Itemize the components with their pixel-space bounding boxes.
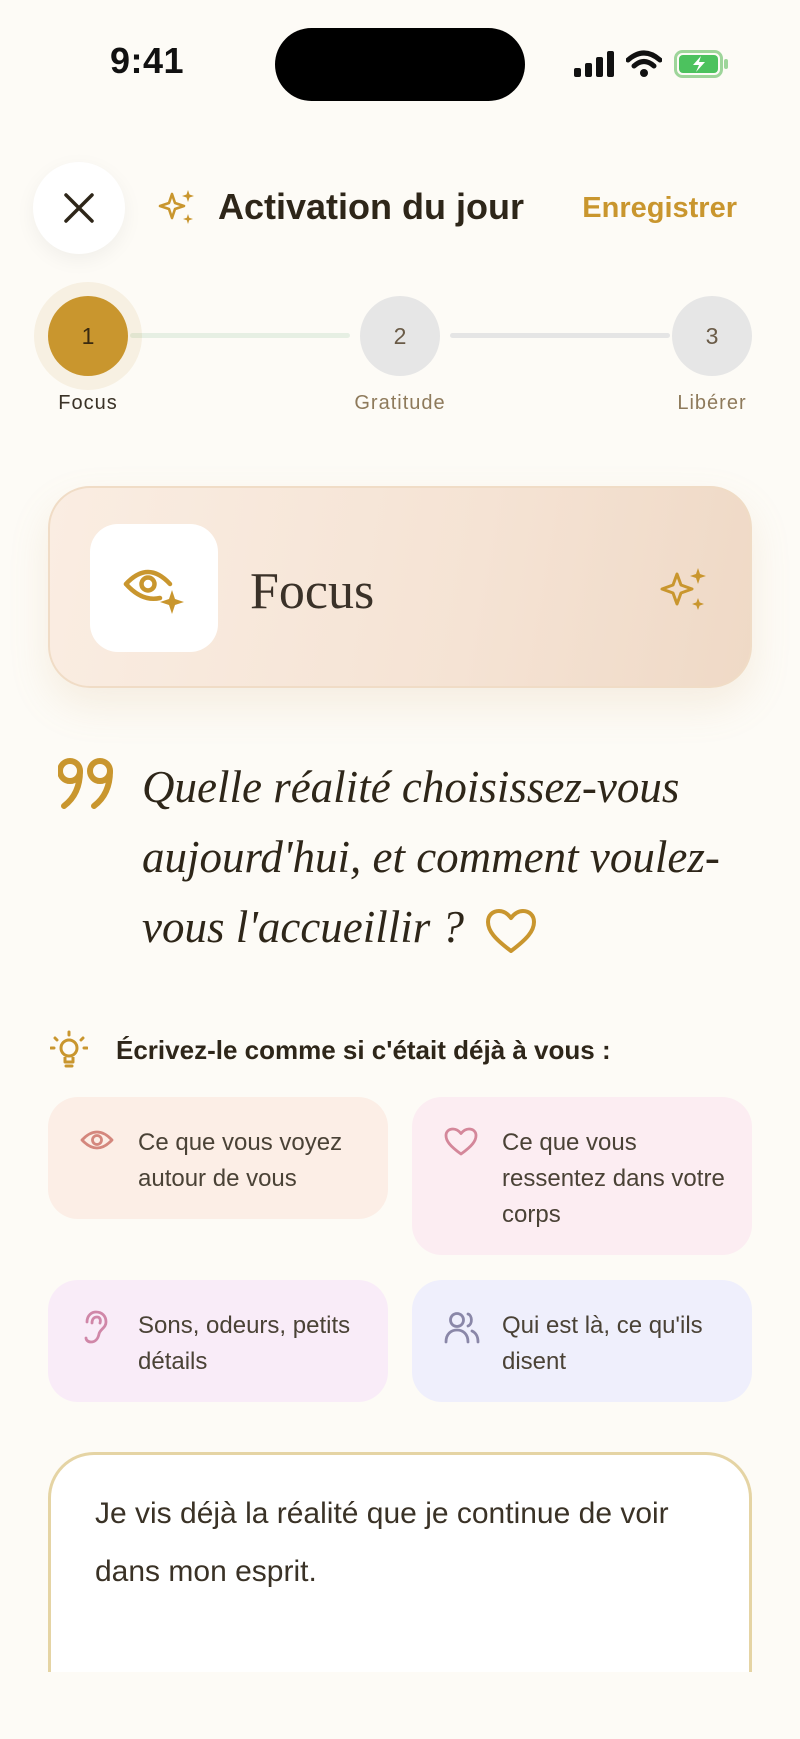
journal-entry-field[interactable]: Je vis déjà la réalité que je continue d… <box>95 1485 715 1601</box>
heart-icon <box>444 1127 478 1156</box>
focus-card-title: Focus <box>250 563 375 620</box>
quote-text: Quelle réalité choisissez-vous aujourd'h… <box>142 752 742 962</box>
step-2-label: Gratitude <box>354 392 446 414</box>
lightbulb-icon <box>50 1030 88 1068</box>
bottom-fade <box>0 1672 800 1739</box>
quote-content: Quelle réalité choisissez-vous aujourd'h… <box>142 762 720 952</box>
eye-icon <box>80 1130 114 1150</box>
status-icons <box>574 48 730 80</box>
prompt-chip-label: Ce que vous ressentez dans votre corps <box>502 1129 725 1228</box>
prompt-chip-senses[interactable]: Sons, odeurs, petits détails <box>48 1280 388 1402</box>
heart-icon[interactable] <box>485 908 537 955</box>
step-1-indicator[interactable]: 1 <box>48 296 128 376</box>
dynamic-island <box>275 28 525 101</box>
stepper: 1 2 3 Focus Gratitude Libérer <box>0 296 800 416</box>
save-button[interactable]: Enregistrer <box>582 192 737 225</box>
focus-card: Focus <box>48 486 752 688</box>
people-icon <box>444 1312 480 1344</box>
prompt-chip-see[interactable]: Ce que vous voyez autour de vous <box>48 1097 388 1219</box>
page-title: Activation du jour <box>218 186 524 227</box>
prompt-chip-label: Qui est là, ce qu'ils disent <box>502 1312 703 1375</box>
status-time: 9:41 <box>110 40 185 81</box>
activation-screen: 9:41 Activation du jour Enregistrer 1 2 … <box>0 0 800 1739</box>
quote-icon <box>58 758 113 809</box>
step-3-indicator[interactable]: 3 <box>672 296 752 376</box>
hint-row: Écrivez-le comme si c'était déjà à vous … <box>50 1030 611 1070</box>
prompt-chip-label: Sons, odeurs, petits détails <box>138 1312 351 1375</box>
close-icon <box>64 193 94 223</box>
battery-icon <box>674 50 728 78</box>
focus-icon-box <box>90 524 218 652</box>
prompt-chip-people[interactable]: Qui est là, ce qu'ils disent <box>412 1280 752 1402</box>
prompt-chip-feel[interactable]: Ce que vous ressentez dans votre corps <box>412 1097 752 1255</box>
eye-sparkle-icon <box>123 569 184 614</box>
ear-icon <box>84 1310 108 1344</box>
step-2-indicator[interactable]: 2 <box>360 296 440 376</box>
sparkles-icon <box>660 568 706 610</box>
step-connector <box>130 333 350 338</box>
hint-text: Écrivez-le comme si c'était déjà à vous … <box>116 1034 611 1065</box>
step-1-label: Focus <box>58 392 118 414</box>
prompt-chip-label: Ce que vous voyez autour de vous <box>138 1129 343 1192</box>
wifi-icon <box>626 50 662 77</box>
sparkles-icon <box>158 190 194 224</box>
step-3-label: Libérer <box>677 392 747 414</box>
close-button[interactable] <box>33 162 125 254</box>
header: Activation du jour <box>158 186 524 228</box>
signal-icon <box>574 51 614 77</box>
step-connector <box>450 333 670 338</box>
